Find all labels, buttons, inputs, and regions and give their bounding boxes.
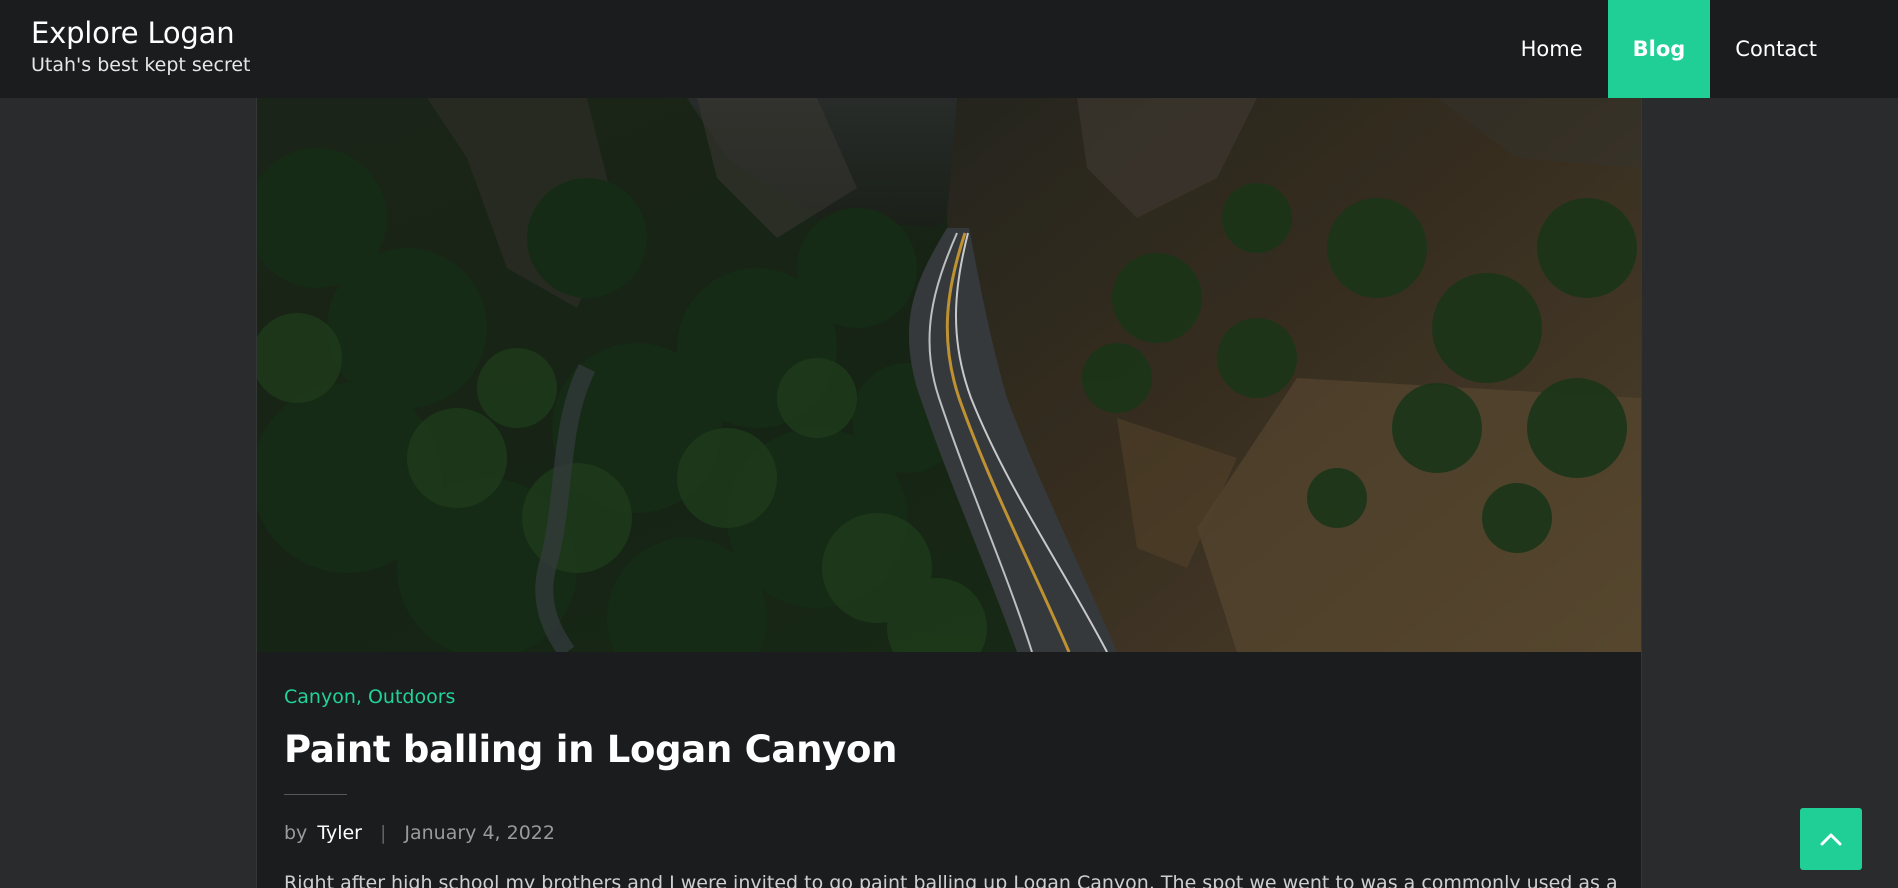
hero-image[interactable] bbox=[257, 98, 1641, 652]
category-link-outdoors[interactable]: Outdoors bbox=[368, 686, 455, 708]
nav-item-contact[interactable]: Contact bbox=[1710, 0, 1842, 98]
post-meta: by Tyler | January 4, 2022 bbox=[284, 822, 555, 844]
brand[interactable]: Explore Logan Utah's best kept secret bbox=[31, 14, 250, 78]
category-separator: , bbox=[355, 686, 368, 708]
back-to-top-button[interactable] bbox=[1800, 808, 1862, 870]
site-header: Explore Logan Utah's best kept secret Ho… bbox=[0, 0, 1898, 98]
post-categories: Canyon , Outdoors bbox=[284, 686, 455, 708]
post-title[interactable]: Paint balling in Logan Canyon bbox=[284, 728, 897, 771]
meta-separator: | bbox=[379, 822, 387, 844]
canyon-road-photo bbox=[257, 98, 1641, 652]
chevron-up-icon bbox=[1820, 833, 1842, 846]
title-divider bbox=[284, 794, 347, 795]
site-title[interactable]: Explore Logan bbox=[31, 14, 250, 52]
by-label: by bbox=[284, 822, 308, 844]
main-nav: Home Blog Contact bbox=[1496, 0, 1842, 98]
post-date: January 4, 2022 bbox=[404, 822, 555, 844]
nav-item-blog[interactable]: Blog bbox=[1607, 0, 1711, 98]
nav-item-home[interactable]: Home bbox=[1496, 0, 1608, 98]
blog-post-card: Canyon , Outdoors Paint balling in Logan… bbox=[256, 98, 1642, 888]
author-link[interactable]: Tyler bbox=[317, 822, 362, 844]
post-excerpt: Right after high school my brothers and … bbox=[284, 872, 1618, 888]
site-tagline: Utah's best kept secret bbox=[31, 54, 251, 76]
category-link-canyon[interactable]: Canyon bbox=[284, 686, 356, 708]
